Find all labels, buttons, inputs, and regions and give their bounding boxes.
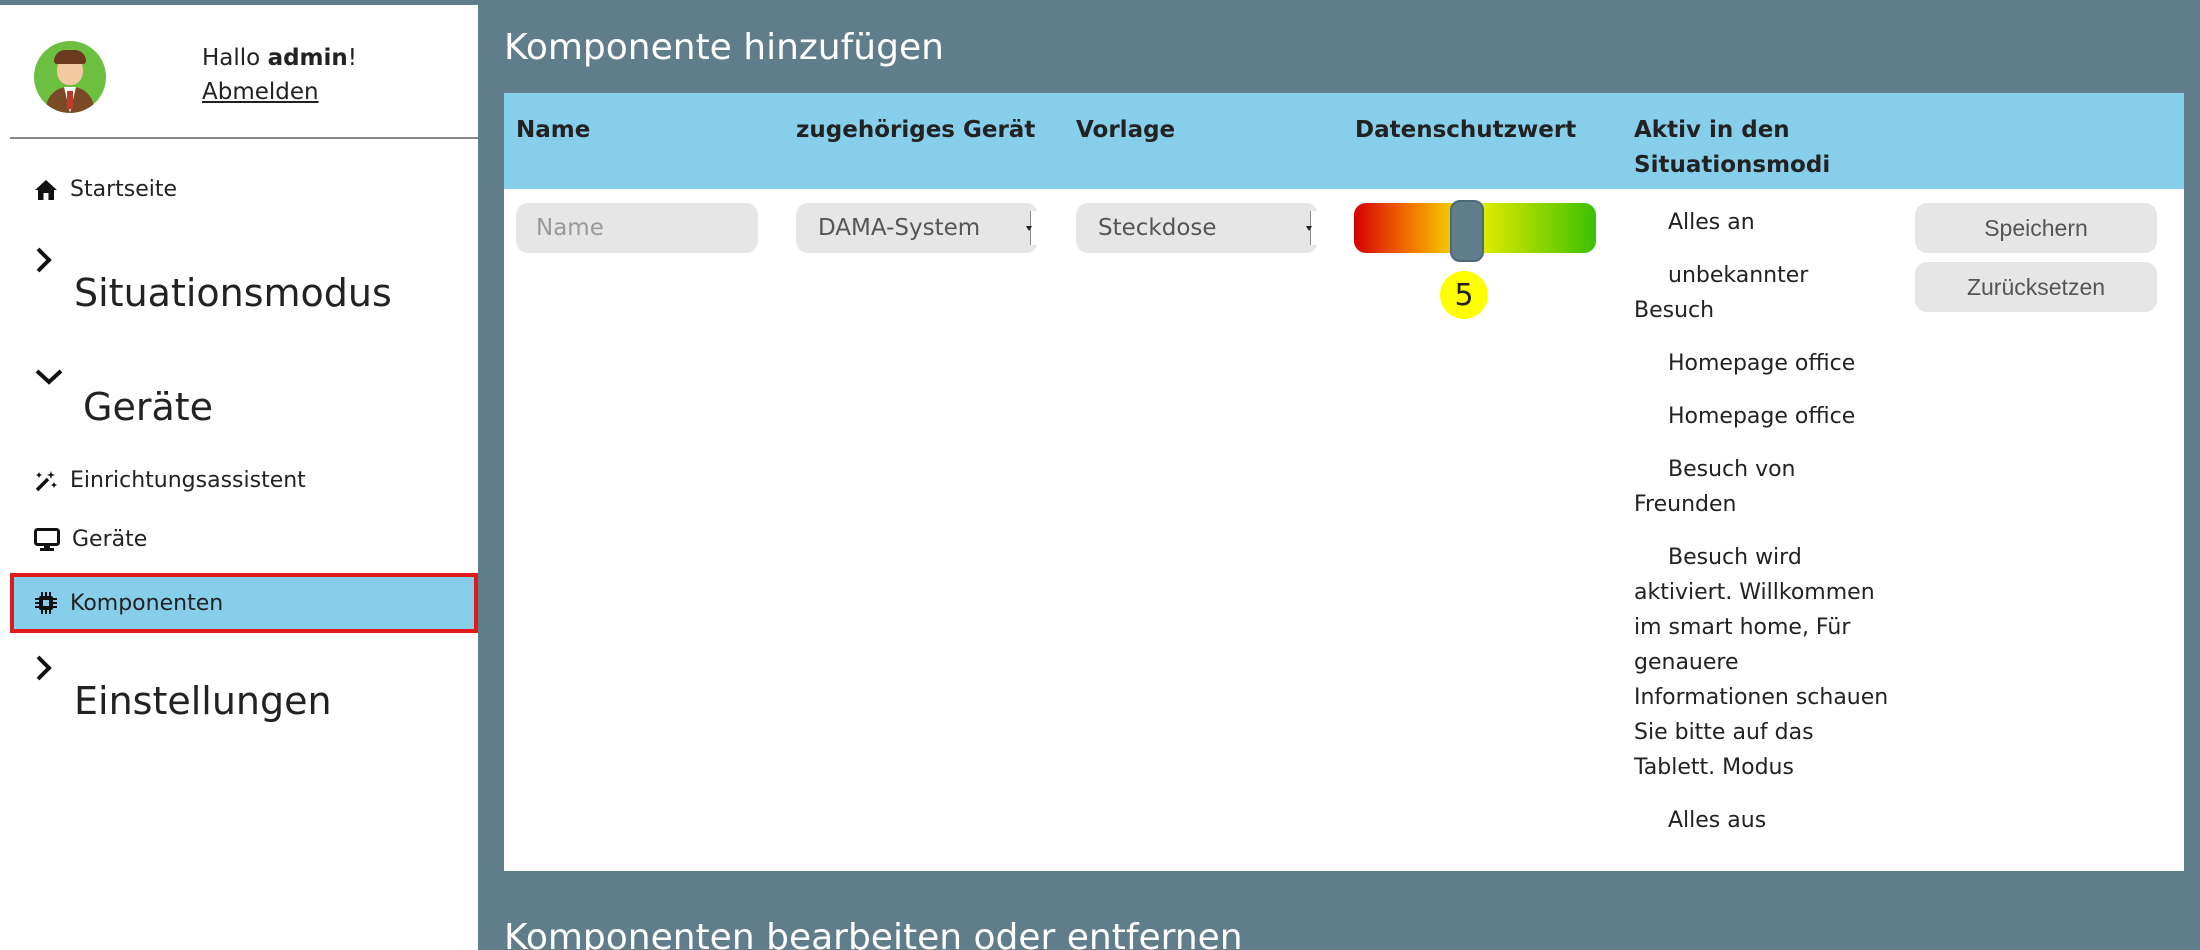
user-block: Hallo admin! Abmelden <box>0 5 478 139</box>
mode-item[interactable]: Homepage office <box>1634 346 1892 381</box>
template-select[interactable]: Steckdose <box>1076 203 1318 253</box>
reset-button[interactable]: Zurücksetzen <box>1915 262 2157 312</box>
monitor-icon <box>34 527 60 551</box>
column-header-modes: Aktiv in den Situationsmodi <box>1634 117 1831 178</box>
mode-item[interactable]: Homepage office <box>1634 399 1892 434</box>
sidebar-group-label: Einstellungen <box>74 679 332 723</box>
situation-modes-list: Alles an unbekannter Besuch Homepage off… <box>1634 205 1892 856</box>
greeting-suffix: ! <box>347 45 358 71</box>
column-header-name: Name <box>516 117 591 143</box>
add-component-form: Name zugehöriges Gerät Vorlage Datenschu… <box>504 93 2184 871</box>
save-button[interactable]: Speichern <box>1915 203 2157 253</box>
mode-item[interactable]: Alles an <box>1634 205 1892 240</box>
sidebar-item-label: Einrichtungsassistent <box>70 468 306 493</box>
main-content: Komponente hinzufügen Name zugehöriges G… <box>478 5 2200 950</box>
device-select-value: DAMA-System <box>818 215 981 241</box>
sidebar-item-komponenten[interactable]: Komponenten <box>10 573 478 633</box>
mode-item[interactable]: Besuch wird aktiviert. Willkommen im sma… <box>1634 540 1892 785</box>
template-select-value: Steckdose <box>1098 215 1217 241</box>
chip-icon <box>35 592 57 614</box>
privacy-slider[interactable] <box>1354 200 1596 262</box>
edit-section-title: Komponenten bearbeiten oder entfernen <box>504 917 1243 950</box>
divider <box>10 137 478 139</box>
column-header-device: zugehöriges Gerät <box>796 117 1036 143</box>
sidebar-item-label: Geräte <box>72 527 148 552</box>
magic-wand-icon <box>35 470 57 491</box>
column-header-privacy: Datenschutzwert <box>1355 117 1577 143</box>
dropdown-arrow-icon <box>1306 211 1318 245</box>
mode-item[interactable]: Besuch von Freunden <box>1634 452 1892 522</box>
chevron-right-icon <box>36 247 52 273</box>
greeting-prefix: Hallo <box>202 45 261 71</box>
sidebar: Hallo admin! Abmelden Startseite Situati… <box>0 5 478 950</box>
table-header: Name zugehöriges Gerät Vorlage Datenschu… <box>504 93 2184 189</box>
sidebar-item-geraete[interactable]: Geräte <box>34 527 147 552</box>
sidebar-group-label: Geräte <box>83 385 214 429</box>
user-name: admin <box>267 45 348 71</box>
avatar <box>34 41 106 113</box>
sidebar-item-label: Komponenten <box>70 590 224 616</box>
sidebar-item-einrichtungsassistent[interactable]: Einrichtungsassistent <box>34 468 306 493</box>
name-input[interactable]: Name <box>516 203 758 253</box>
sidebar-group-label: Situationsmodus <box>74 271 392 315</box>
logout-link[interactable]: Abmelden <box>202 79 319 105</box>
device-select[interactable]: DAMA-System <box>796 203 1038 253</box>
dropdown-arrow-icon <box>1026 211 1038 245</box>
chevron-right-icon <box>36 655 52 681</box>
slider-handle[interactable] <box>1450 200 1484 262</box>
privacy-value-badge: 5 <box>1440 271 1488 319</box>
add-section-title: Komponente hinzufügen <box>504 27 944 68</box>
sidebar-item-label: Startseite <box>70 177 178 202</box>
sidebar-item-home[interactable]: Startseite <box>34 177 177 202</box>
chevron-down-icon <box>35 369 63 385</box>
greeting: Hallo admin! <box>202 45 357 71</box>
home-icon <box>35 179 57 200</box>
mode-item[interactable]: Alles aus <box>1634 803 1892 838</box>
column-header-template: Vorlage <box>1076 117 1176 143</box>
mode-item[interactable]: unbekannter Besuch <box>1634 258 1892 328</box>
